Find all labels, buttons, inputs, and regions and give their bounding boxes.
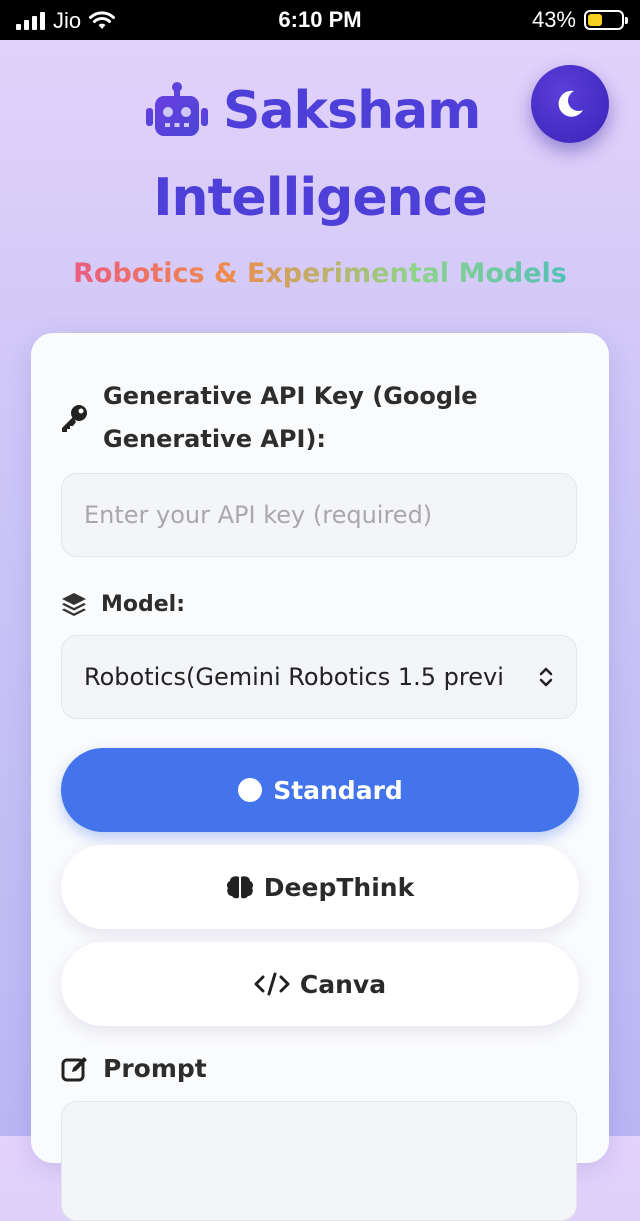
status-right: 43% — [531, 7, 628, 33]
settings-card: Generative API Key (Google Generative AP… — [31, 333, 609, 1221]
prompt-input[interactable] — [61, 1101, 577, 1221]
deepthink-mode-button[interactable]: DeepThink — [61, 845, 579, 929]
model-selected-value: Robotics(Gemini Robotics 1.5 previ — [84, 663, 504, 691]
model-label-row: Model: — [61, 583, 185, 626]
status-bar: Jio 6:10 PM 43% — [0, 0, 640, 40]
prompt-label-row: Prompt — [61, 1047, 207, 1090]
robot-icon — [145, 82, 209, 140]
circle-icon — [238, 778, 263, 802]
code-icon — [254, 972, 290, 996]
app-title-line2: Intelligence — [153, 168, 488, 228]
layers-icon — [62, 593, 86, 616]
api-key-placeholder: Enter your API key (required) — [84, 501, 433, 529]
prompt-label: Prompt — [103, 1054, 207, 1083]
api-key-label-row: Generative API Key (Google Generative AP… — [59, 375, 529, 461]
key-icon — [62, 405, 87, 432]
model-label: Model: — [101, 592, 186, 617]
api-key-input[interactable]: Enter your API key (required) — [61, 473, 577, 557]
app-subtitle: Robotics & Experimental Models — [0, 258, 640, 289]
chevron-updown-icon — [539, 667, 553, 687]
model-select[interactable]: Robotics(Gemini Robotics 1.5 previ — [61, 635, 577, 719]
moon-icon — [558, 90, 583, 117]
edit-icon — [61, 1057, 87, 1082]
canva-mode-button[interactable]: Canva — [61, 942, 579, 1026]
app-title-row: Saksham — [145, 81, 481, 141]
battery-percent: 43% — [531, 7, 576, 32]
canva-mode-label: Canva — [299, 969, 387, 999]
app-title-line1: Saksham — [223, 81, 481, 141]
brain-icon — [226, 876, 253, 899]
battery-icon — [584, 10, 628, 30]
deepthink-mode-label: DeepThink — [263, 872, 415, 902]
standard-mode-button[interactable]: Standard — [61, 748, 579, 832]
theme-toggle-button[interactable] — [531, 65, 609, 143]
standard-mode-label: Standard — [273, 775, 403, 805]
app-title-line2-wrap: Intelligence — [0, 172, 640, 224]
api-key-label: Generative API Key (Google Generative AP… — [103, 382, 478, 453]
